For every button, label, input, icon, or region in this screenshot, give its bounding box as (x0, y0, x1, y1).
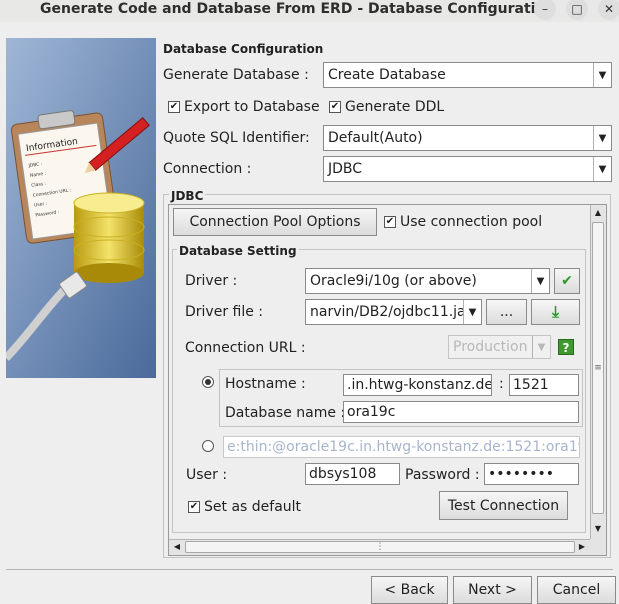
back-button[interactable]: < Back (371, 576, 448, 604)
hostname-label: Hostname : (225, 376, 306, 392)
jdbc-heading: JDBC (169, 187, 206, 205)
next-button[interactable]: Next > (453, 576, 532, 604)
driver-value: Oracle9i/10g (or above) (310, 273, 477, 289)
scroll-left-icon[interactable]: ◀ (171, 541, 183, 553)
connection-url-label: Connection URL : (185, 340, 306, 356)
scroll-corner (590, 539, 606, 555)
download-icon[interactable]: ⤓ (531, 299, 580, 325)
chevron-down-icon: ▼ (532, 336, 550, 358)
generate-ddl-checkbox[interactable]: ✔ Generate DDL (329, 98, 444, 116)
quote-sql-value: Default(Auto) (328, 130, 423, 146)
scroll-up-icon[interactable]: ▲ (592, 207, 604, 219)
export-to-database-label: Export to Database (184, 99, 320, 115)
checkbox-checked-icon: ✔ (384, 216, 396, 228)
quote-sql-select[interactable]: Default(Auto) ▼ (323, 125, 612, 151)
export-to-database-checkbox[interactable]: ✔ Export to Database (168, 98, 320, 116)
browse-driver-file-button[interactable]: ... (486, 299, 527, 325)
connection-value: JDBC (328, 161, 363, 177)
checkbox-checked-icon: ✔ (329, 101, 341, 113)
driver-label: Driver : (185, 273, 238, 289)
clipboard-database-illustration: Information JDBC : Name : Class : Connec… (6, 38, 156, 378)
driver-file-select[interactable]: narvin/DB2/ojdbc11.jar ▼ (305, 299, 482, 325)
driver-file-label: Driver file : (185, 304, 264, 320)
chevron-down-icon: ▼ (593, 157, 611, 181)
connection-pool-options-button[interactable]: Connection Pool Options (173, 208, 377, 236)
generate-database-select[interactable]: Create Database ▼ (323, 62, 612, 88)
url-mode-select: Production ▼ (448, 335, 551, 359)
url-mode-value: Production (453, 339, 528, 355)
help-icon[interactable]: ? (558, 339, 574, 355)
horizontal-scroll-thumb[interactable]: ⋮ (185, 541, 575, 553)
set-as-default-checkbox[interactable]: ✔ Set as default (188, 498, 301, 516)
radio-selected-dot (205, 379, 211, 385)
hostname-input[interactable]: .in.htwg-konstanz.de (343, 374, 492, 396)
use-connection-pool-checkbox[interactable]: ✔ Use connection pool (384, 213, 542, 231)
database-setting-heading: Database Setting (177, 242, 299, 260)
generate-database-label: Generate Database : (163, 67, 309, 83)
database-name-input[interactable]: ora19c (343, 401, 579, 423)
driver-file-value: narvin/DB2/ojdbc11.jar (310, 304, 463, 320)
window-title: Generate Code and Database From ERD - Da… (40, 1, 556, 17)
cancel-button[interactable]: Cancel (537, 576, 616, 604)
footer-divider (6, 569, 613, 570)
db-config-heading: Database Configuration (163, 42, 324, 56)
jdbc-url-radio[interactable] (202, 440, 214, 452)
user-label: User : (186, 467, 228, 483)
set-as-default-label: Set as default (204, 499, 302, 515)
database-name-label: Database name : (225, 405, 346, 421)
hostname-radio[interactable] (202, 376, 214, 388)
port-separator: : (499, 376, 504, 392)
password-input[interactable]: •••••••• (484, 463, 579, 485)
connection-label: Connection : (163, 161, 252, 177)
jdbc-url-input[interactable]: e:thin:@oracle19c.in.htwg-konstanz.de:15… (223, 436, 580, 458)
vertical-scroll-thumb[interactable]: ≡ (592, 222, 604, 514)
chevron-down-icon: ▼ (463, 300, 481, 324)
chevron-down-icon: ▼ (593, 126, 611, 150)
user-input[interactable]: dbsys108 (305, 463, 400, 485)
connection-select[interactable]: JDBC ▼ (323, 156, 612, 182)
checkbox-checked-icon: ✔ (168, 101, 180, 113)
port-input[interactable]: 1521 (509, 374, 579, 396)
quote-sql-label: Quote SQL Identifier: (163, 130, 310, 146)
password-label: Password : (405, 467, 480, 483)
chevron-down-icon: ▼ (593, 63, 611, 87)
scroll-down-icon[interactable]: ▼ (592, 523, 604, 535)
checkbox-checked-icon: ✔ (188, 501, 200, 513)
checkmark-icon[interactable]: ✔ (554, 268, 580, 294)
driver-select[interactable]: Oracle9i/10g (or above) ▼ (305, 268, 550, 294)
scroll-right-icon[interactable]: ▶ (576, 541, 588, 553)
use-connection-pool-label: Use connection pool (400, 214, 543, 230)
generate-ddl-label: Generate DDL (345, 99, 445, 115)
test-connection-button[interactable]: Test Connection (439, 491, 568, 520)
generate-database-value: Create Database (328, 67, 446, 83)
close-icon[interactable]: ✕ (598, 0, 619, 20)
chevron-down-icon: ▼ (531, 269, 549, 293)
